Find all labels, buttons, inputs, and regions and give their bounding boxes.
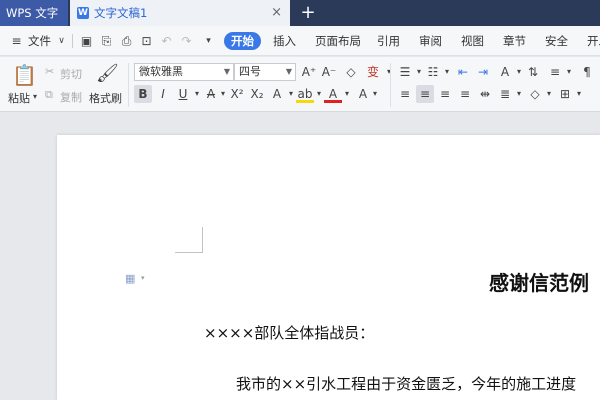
clear-format-icon[interactable]: ◇ — [342, 63, 360, 81]
chevron-down-icon[interactable]: ▾ — [570, 85, 588, 103]
chevron-down-icon[interactable]: ▾ — [366, 85, 384, 103]
format-painter-icon[interactable]: 🖌 — [96, 63, 119, 84]
app-tab-label: WPS 文字 — [6, 6, 59, 20]
increase-indent-icon[interactable]: ⇥ — [474, 63, 492, 81]
redo-icon[interactable]: ↷ — [180, 35, 193, 48]
new-tab-button[interactable]: + — [298, 0, 318, 26]
chevron-down-icon[interactable]: ∨ — [55, 35, 68, 48]
chevron-down-icon: ▼ — [285, 67, 292, 76]
document-page[interactable]: ▦ ▾ 感谢信范例 ××××部队全体指战员： 我市的××引水工程由于资金匮乏，今… — [57, 135, 600, 400]
menu-tab-home[interactable]: 开始 — [224, 32, 261, 50]
font-name-value: 微软雅黑 — [139, 65, 183, 78]
document-body-line: 我市的××引水工程由于资金匮乏，今年的施工进度 — [236, 375, 577, 393]
menu-tab-developer[interactable]: 开发 — [587, 26, 600, 56]
ribbon-separator — [128, 63, 129, 107]
paste-dropdown-icon[interactable]: ▾ — [33, 92, 37, 101]
document-icon: W — [77, 7, 89, 19]
document-salutation: ××××部队全体指战员： — [204, 324, 375, 342]
format-painter-button[interactable]: 格式刷 — [89, 90, 122, 106]
ribbon-toolbar: 📋 粘贴 ▾ ✂ 剪切 ⧉ 复制 🖌 格式刷 微软雅黑 ▼ 四号 ▼ A⁺ A⁻… — [0, 57, 600, 112]
bold-button[interactable]: B — [134, 85, 152, 103]
menu-tab-sections[interactable]: 章节 — [503, 26, 526, 56]
paste-button[interactable]: 粘贴 — [8, 90, 30, 106]
menu-separator — [72, 34, 73, 48]
decrease-font-size-icon[interactable]: A⁻ — [320, 63, 338, 81]
align-left-icon[interactable]: ≡ — [396, 85, 414, 103]
document-tab[interactable]: W 文字文稿1 × — [70, 0, 290, 26]
document-title: 感谢信范例 — [489, 271, 589, 295]
menu-tab-review[interactable]: 审阅 — [419, 26, 442, 56]
menu-tab-references[interactable]: 引用 — [377, 26, 400, 56]
italic-button[interactable]: I — [154, 85, 172, 103]
menu-tab-security[interactable]: 安全 — [545, 26, 568, 56]
document-tab-label: 文字文稿1 — [94, 6, 148, 20]
copy-button[interactable]: 复制 — [60, 89, 82, 105]
margin-corner-mark — [175, 227, 203, 253]
customize-toolbar-icon[interactable]: ▾ — [202, 35, 215, 48]
justify-icon[interactable]: ≡ — [456, 85, 474, 103]
undo-icon[interactable]: ↶ — [160, 35, 173, 48]
menu-tab-page-layout[interactable]: 页面布局 — [315, 26, 361, 56]
cut-icon: ✂ — [45, 65, 55, 78]
paste-icon[interactable]: 📋 — [12, 63, 37, 87]
font-size-select[interactable]: 四号 ▼ — [234, 63, 296, 81]
menu-tab-view[interactable]: 视图 — [461, 26, 484, 56]
hamburger-menu-icon[interactable]: ≡ — [10, 35, 23, 48]
increase-font-size-icon[interactable]: A⁺ — [300, 63, 318, 81]
subscript-button[interactable]: X₂ — [248, 85, 266, 103]
decrease-indent-icon[interactable]: ⇤ — [454, 63, 472, 81]
show-marks-icon[interactable]: ¶ — [578, 63, 596, 81]
sort-icon[interactable]: ⇅ — [524, 63, 542, 81]
app-tab[interactable]: WPS 文字 — [0, 0, 68, 26]
save-icon[interactable]: ▣ — [80, 35, 93, 48]
export-pdf-icon[interactable]: ⎘ — [100, 35, 113, 48]
font-size-value: 四号 — [239, 65, 261, 78]
distributed-align-icon[interactable]: ⇹ — [476, 85, 494, 103]
chevron-down-icon: ▼ — [223, 67, 230, 76]
cut-button[interactable]: 剪切 — [60, 66, 82, 82]
align-right-icon[interactable]: ≡ — [436, 85, 454, 103]
document-canvas: ▦ ▾ 感谢信范例 ××××部队全体指战员： 我市的××引水工程由于资金匮乏，今… — [0, 113, 600, 400]
menu-bar: ≡ 文件 ∨ ▣ ⎘ ⎙ ⊡ ↶ ↷ ▾ 开始 插入 页面布局 引用 审阅 视图… — [0, 26, 600, 56]
chevron-down-icon[interactable]: ▾ — [141, 274, 145, 282]
ribbon-separator — [390, 63, 391, 107]
menu-tab-insert[interactable]: 插入 — [273, 26, 296, 56]
close-tab-icon[interactable]: × — [271, 0, 282, 26]
copy-icon: ⧉ — [45, 88, 53, 101]
font-name-select[interactable]: 微软雅黑 ▼ — [134, 63, 234, 81]
file-menu[interactable]: 文件 — [28, 26, 51, 56]
paragraph-layout-icon[interactable]: ▦ — [125, 273, 137, 285]
chevron-down-icon[interactable]: ▾ — [560, 63, 578, 81]
align-center-icon[interactable]: ≡ — [416, 85, 434, 103]
superscript-button[interactable]: X² — [228, 85, 246, 103]
print-preview-icon[interactable]: ⊡ — [140, 35, 153, 48]
title-bar: WPS 文字 W 文字文稿1 × + — [0, 0, 600, 26]
print-icon[interactable]: ⎙ — [120, 35, 133, 48]
